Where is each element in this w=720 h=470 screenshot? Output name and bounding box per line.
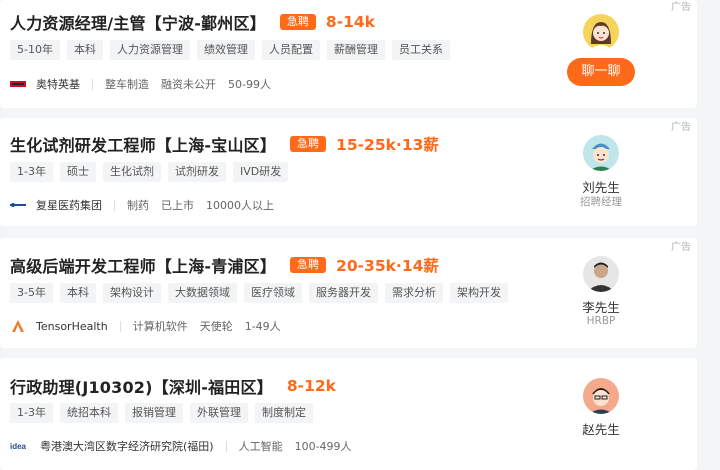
- job-tag: 本科: [59, 283, 96, 303]
- salary: 15-25k·13薪: [336, 136, 439, 154]
- urgent-badge: 急聘: [290, 136, 327, 152]
- ad-label: 广告: [671, 2, 691, 13]
- job-title[interactable]: 生化试剂研发工程师【上海-宝山区】: [10, 132, 276, 156]
- recruiter-avatar[interactable]: [583, 378, 619, 414]
- job-title[interactable]: 高级后端开发工程师【上海-青浦区】: [10, 253, 276, 277]
- company-logo-icon: [10, 199, 26, 211]
- job-tag: 服务器开发: [308, 283, 378, 303]
- company-industry: 整车制造: [105, 78, 149, 91]
- salary: 20-35k·14薪: [336, 257, 439, 275]
- job-tag: 员工关系: [391, 40, 450, 60]
- company-logo-icon: [10, 78, 26, 90]
- recruiter-avatar[interactable]: [583, 14, 619, 50]
- company-name[interactable]: 粤港澳大湾区数字经济研究院(福田): [40, 438, 214, 454]
- company-funding: 融资未公开: [161, 78, 216, 91]
- recruiter-name: 李先生: [582, 300, 620, 315]
- urgent-badge: 急聘: [279, 14, 316, 30]
- company-industry: 人工智能: [238, 440, 283, 453]
- job-card[interactable]: 广告 高级后端开发工程师【上海-青浦区】 急聘 20-35k·14薪 3-5年 …: [0, 238, 697, 348]
- company-size: 100-499人: [294, 440, 352, 453]
- job-tag: 本科: [66, 40, 103, 60]
- job-tag: 需求分析: [384, 283, 443, 303]
- company-logo-icon: idea: [10, 440, 30, 452]
- job-tag: 架构设计: [102, 283, 161, 303]
- job-tag: 大数据领域: [167, 283, 237, 303]
- job-tag: 外联管理: [189, 403, 248, 423]
- salary: 8-12k: [286, 377, 336, 395]
- urgent-badge: 急聘: [290, 257, 327, 273]
- job-tag: 薪酬管理: [326, 40, 385, 60]
- recruiter-role: HRBP: [586, 315, 616, 327]
- job-card[interactable]: 广告 生化试剂研发工程师【上海-宝山区】 急聘 15-25k·13薪 1-3年 …: [0, 118, 697, 226]
- job-tag: 制度制定: [254, 403, 313, 423]
- job-tag: 硕士: [59, 162, 96, 182]
- job-card[interactable]: 行政助理(J10302)【深圳-福田区】 8-12k 1-3年 统招本科 报销管…: [0, 358, 697, 470]
- company-funding: 已上市: [161, 199, 194, 212]
- job-title[interactable]: 行政助理(J10302)【深圳-福田区】: [10, 374, 273, 398]
- job-tag: 1-3年: [10, 403, 53, 423]
- company-industry: 计算机软件: [132, 320, 188, 333]
- job-tag: 人员配置: [261, 40, 320, 60]
- company-size: 50-99人: [228, 78, 271, 91]
- company-size: 10000人以上: [206, 199, 274, 212]
- company-name[interactable]: 奥特英基: [36, 76, 80, 92]
- company-logo-icon: [10, 320, 26, 332]
- company-name[interactable]: TensorHealth: [36, 320, 108, 333]
- job-tag: 5-10年: [10, 40, 60, 60]
- chat-button[interactable]: 聊一聊: [567, 58, 635, 86]
- job-title[interactable]: 人力资源经理/主管【宁波-鄞州区】: [10, 10, 266, 34]
- job-tag: IVD研发: [232, 162, 289, 182]
- recruiter-avatar[interactable]: [583, 256, 619, 292]
- job-tag: 统招本科: [59, 403, 118, 423]
- job-tag: 生化试剂: [102, 162, 161, 182]
- job-tag: 架构开发: [449, 283, 508, 303]
- ad-label: 广告: [671, 122, 691, 133]
- job-tag: 绩效管理: [196, 40, 255, 60]
- company-funding: 天使轮: [199, 320, 233, 333]
- job-tag: 医疗领域: [243, 283, 302, 303]
- job-tag: 报销管理: [124, 403, 183, 423]
- ad-label: 广告: [671, 242, 691, 253]
- recruiter-avatar[interactable]: [583, 135, 619, 171]
- company-size: 1-49人: [244, 320, 281, 333]
- company-industry: 制药: [127, 199, 149, 212]
- svg-text:idea: idea: [10, 442, 27, 451]
- job-tag: 人力资源管理: [109, 40, 190, 60]
- recruiter-role: 招聘经理: [580, 196, 622, 208]
- job-tag: 3-5年: [10, 283, 53, 303]
- job-card[interactable]: 广告 人力资源经理/主管【宁波-鄞州区】 急聘 8-14k 5-10年 本科 人…: [0, 0, 697, 108]
- company-name[interactable]: 复星医药集团: [36, 197, 102, 213]
- job-tag: 试剂研发: [167, 162, 226, 182]
- salary: 8-14k: [325, 13, 375, 31]
- recruiter-name: 赵先生: [582, 422, 620, 437]
- job-tag: 1-3年: [10, 162, 53, 182]
